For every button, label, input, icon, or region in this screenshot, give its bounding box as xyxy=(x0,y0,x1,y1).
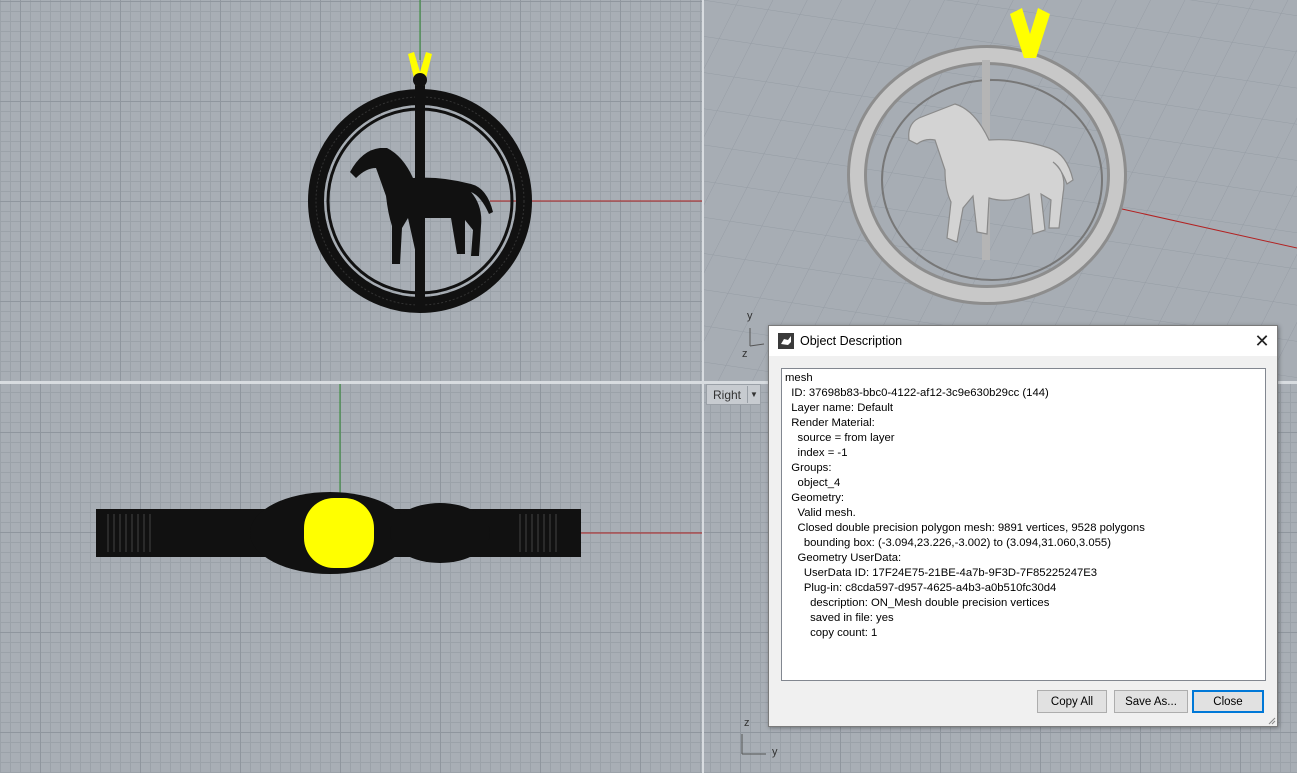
copy-all-button[interactable]: Copy All xyxy=(1037,690,1107,713)
description-line: copy count: 1 xyxy=(785,627,878,639)
object-description-dialog: Object Description ✕ mesh ID: 37698b83-b… xyxy=(768,325,1278,727)
description-line: Groups: xyxy=(785,462,832,474)
description-line: bounding box: (-3.094,23.226,-3.002) to … xyxy=(785,537,1111,549)
description-line: Layer name: Default xyxy=(785,402,894,414)
description-line: saved in file: yes xyxy=(785,612,894,624)
description-line: Closed double precision polygon mesh: 98… xyxy=(785,522,1145,534)
description-line: source = from layer xyxy=(785,432,895,444)
axis-label-y: y xyxy=(772,746,778,758)
save-as-button[interactable]: Save As... xyxy=(1114,690,1188,713)
description-line: Geometry UserData: xyxy=(785,552,902,564)
description-line: description: ON_Mesh double precision ve… xyxy=(785,597,1050,609)
resize-grip-icon[interactable] xyxy=(1266,715,1276,725)
axis-label-y: y xyxy=(747,310,753,322)
axis-label-z: z xyxy=(744,717,750,729)
description-line: Geometry: xyxy=(785,492,845,504)
axis-label-z: z xyxy=(742,348,748,360)
front-view-scene xyxy=(308,0,702,313)
chevron-down-icon[interactable]: ▼ xyxy=(747,386,760,403)
description-textbox[interactable]: mesh ID: 37698b83-bbc0-4122-af12-3c9e630… xyxy=(781,368,1266,681)
viewport-tab-label: Right xyxy=(713,387,742,402)
perspective-viewport[interactable]: y z xyxy=(704,0,1297,381)
perspective-view-scene xyxy=(704,0,1297,381)
description-line: Plug-in: c8cda597-d957-4625-a4b3-a0b510f… xyxy=(785,582,1057,594)
description-line: UserData ID: 17F24E75-21BE-4a7b-9F3D-7F8… xyxy=(785,567,1098,579)
front-viewport[interactable] xyxy=(0,0,702,381)
description-line: Valid mesh. xyxy=(785,507,856,519)
top-view-scene xyxy=(96,384,702,574)
dialog-title: Object Description xyxy=(800,334,903,348)
description-line: mesh xyxy=(785,372,813,384)
viewport-tab-right[interactable]: Right ▼ xyxy=(706,384,762,405)
rhino-icon xyxy=(778,333,794,349)
description-line: ID: 37698b83-bbc0-4122-af12-3c9e630b29cc… xyxy=(785,387,1049,399)
dialog-title-bar[interactable]: Object Description ✕ xyxy=(769,326,1277,356)
description-line: object_4 xyxy=(785,477,841,489)
top-viewport[interactable] xyxy=(0,384,702,773)
description-line: Render Material: xyxy=(785,417,875,429)
pendant-bail-top xyxy=(304,498,374,568)
close-button[interactable]: Close xyxy=(1192,690,1264,713)
close-icon[interactable]: ✕ xyxy=(1247,331,1277,352)
viewport-divider-vertical[interactable] xyxy=(702,0,704,773)
description-line: index = -1 xyxy=(785,447,848,459)
